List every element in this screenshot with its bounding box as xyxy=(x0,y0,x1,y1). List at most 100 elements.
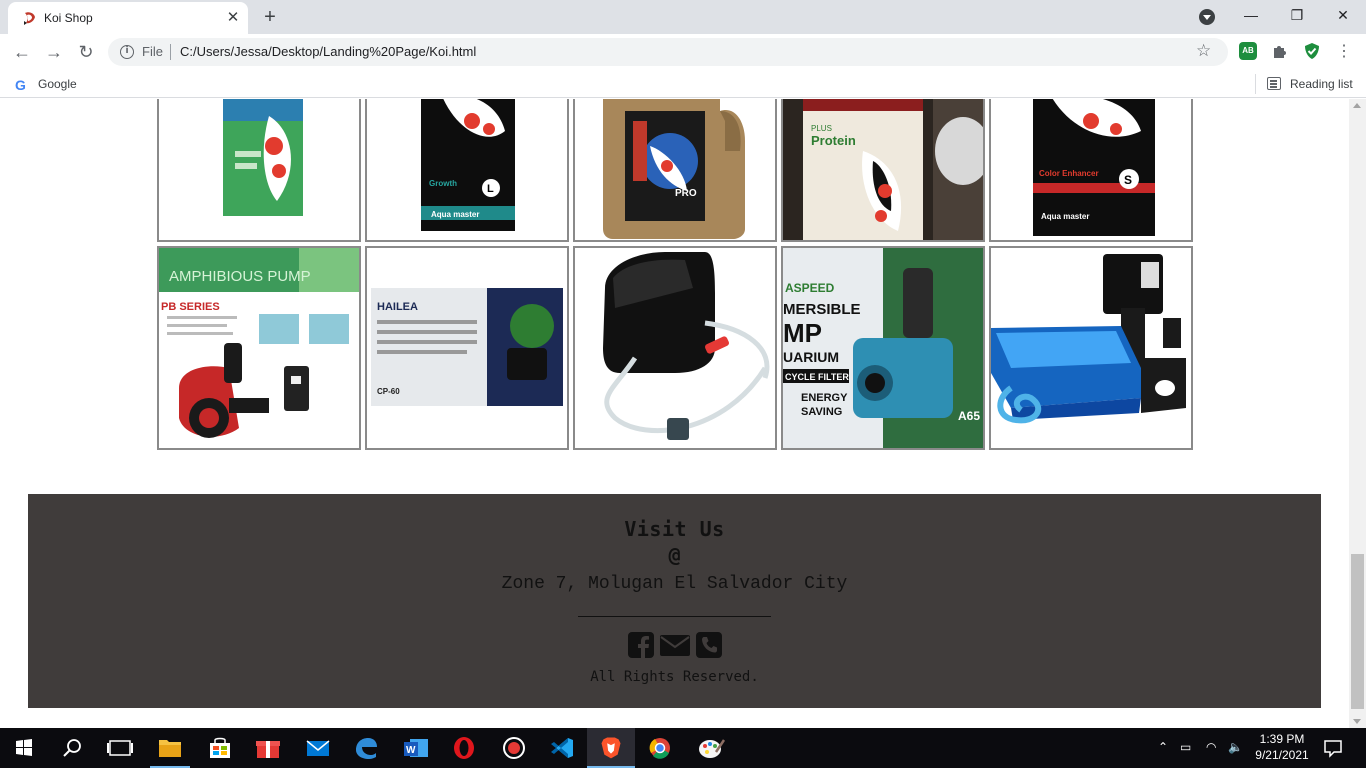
restore-icon[interactable]: ❐ xyxy=(1274,0,1320,32)
koi-protein-tub-icon: PLUS Protein xyxy=(783,99,983,240)
bookmark-google[interactable]: Google xyxy=(38,77,77,91)
task-view-icon[interactable] xyxy=(96,728,144,768)
pb-series-text: PB SERIES xyxy=(161,301,220,313)
color-enhancer-text: Color Enhancer xyxy=(1039,169,1099,178)
site-footer: Visit Us @ Zone 7, Molugan El Salvador C… xyxy=(28,494,1321,708)
growth-size-text: L xyxy=(487,183,494,195)
address-divider xyxy=(170,44,171,60)
reading-list-icon[interactable] xyxy=(1267,77,1281,90)
close-tab-icon[interactable]: ✕ xyxy=(224,9,242,27)
product-hailea-air-pump[interactable]: HAILEA CP-60 xyxy=(365,246,569,450)
windows-start-icon[interactable] xyxy=(0,728,48,768)
mail-icon[interactable] xyxy=(659,631,691,659)
koi-color-enhancer-bag-icon: Color Enhancer S Aqua master xyxy=(991,99,1191,240)
phone-icon[interactable] xyxy=(695,631,723,659)
chrome-icon[interactable] xyxy=(636,728,684,768)
air-pump-with-airstone-icon xyxy=(575,248,775,448)
browser-tab-strip: Koi Shop ✕ + — ❐ ✕ xyxy=(0,0,1366,34)
koi-food-growth-bag-icon: Growth L Aqua master xyxy=(367,99,567,240)
footer-copyright: All Rights Reserved. xyxy=(590,669,759,685)
amphibious-pump-banner: AMPHIBIOUS PUMP xyxy=(169,268,311,285)
footer-title: Visit Us xyxy=(624,517,725,541)
product-filter-box-pump[interactable] xyxy=(989,246,1193,450)
bookmark-star-icon[interactable]: ☆ xyxy=(1196,41,1211,61)
mail-app-icon[interactable] xyxy=(294,728,342,768)
energy-text: ENERGY xyxy=(801,392,848,404)
amphibious-pump-icon: AMPHIBIOUS PUMP PB SERIES xyxy=(159,248,359,448)
paint-icon[interactable] xyxy=(686,728,734,768)
opera-icon[interactable] xyxy=(440,728,488,768)
facebook-icon[interactable] xyxy=(627,631,655,659)
browser-menu-icon[interactable]: ⋮ xyxy=(1332,40,1356,64)
sub-pump-text-1: MERSIBLE xyxy=(783,301,861,318)
scroll-up-icon[interactable] xyxy=(1353,103,1361,108)
product-air-pump-airstone[interactable] xyxy=(573,246,777,450)
product-submersible-pump[interactable]: ASPEED MERSIBLE MP UARIUM CYCLE FILTER E… xyxy=(781,246,985,450)
tab-title: Koi Shop xyxy=(44,11,93,25)
pro-text: PRO xyxy=(675,188,697,199)
footer-address: Zone 7, Molugan El Salvador City xyxy=(501,574,848,594)
file-label: File xyxy=(142,44,163,59)
reload-icon[interactable]: ↻ xyxy=(74,40,98,64)
shield-extension-icon[interactable] xyxy=(1303,42,1321,60)
product-koi-protein-tub[interactable]: PLUS Protein xyxy=(781,99,985,242)
browser-toolbar: ← → ↻ i File C:/Users/Jessa/Desktop/Land… xyxy=(0,34,1366,70)
saving-text: SAVING xyxy=(801,406,842,418)
address-bar[interactable]: i File C:/Users/Jessa/Desktop/Landing%20… xyxy=(108,38,1228,66)
forward-arrow-icon[interactable]: → xyxy=(42,40,66,64)
brave-icon[interactable] xyxy=(587,728,635,768)
gift-icon[interactable] xyxy=(244,728,292,768)
screen-recorder-icon[interactable] xyxy=(490,728,538,768)
protein-text: Protein xyxy=(811,133,856,148)
search-icon[interactable] xyxy=(48,728,96,768)
cp60-text: CP-60 xyxy=(377,387,400,396)
bookmarks-bar: G Google Reading list xyxy=(0,70,1366,98)
word-icon[interactable]: W xyxy=(392,728,440,768)
scrollbar-thumb[interactable] xyxy=(1351,554,1364,709)
adblock-extension-icon[interactable]: AB xyxy=(1239,42,1257,60)
reading-list-button[interactable]: Reading list xyxy=(1290,77,1353,91)
battery-icon[interactable]: ▭ xyxy=(1180,740,1191,754)
aspeed-brand-text: ASPEED xyxy=(785,281,835,295)
submersible-pump-box-icon: ASPEED MERSIBLE MP UARIUM CYCLE FILTER E… xyxy=(783,248,983,448)
sub-pump-text-3: UARIUM xyxy=(783,349,839,365)
bookmarks-divider xyxy=(1255,74,1256,94)
system-clock[interactable]: 1:39 PM 9/21/2021 xyxy=(1250,731,1314,763)
growth-text: Growth xyxy=(429,179,457,188)
close-window-icon[interactable]: ✕ xyxy=(1320,0,1366,32)
puzzle-extension-icon[interactable] xyxy=(1271,42,1289,60)
browser-tab-koi-shop[interactable]: Koi Shop ✕ xyxy=(8,2,248,34)
product-koi-food-bag-green[interactable] xyxy=(157,99,361,242)
minimize-icon[interactable]: — xyxy=(1228,0,1274,32)
volume-icon[interactable]: 🔈 xyxy=(1228,740,1243,754)
notifications-icon[interactable] xyxy=(1322,738,1344,758)
page-viewport: Growth L Aqua master PRO PLUS Protein Co… xyxy=(0,99,1349,728)
color-size-text: S xyxy=(1124,173,1132,187)
show-hidden-icons[interactable]: ⌃ xyxy=(1158,740,1168,754)
clock-time: 1:39 PM xyxy=(1259,732,1305,746)
sub-pump-text-4: CYCLE FILTER xyxy=(785,372,849,382)
product-koi-color-enhancer[interactable]: Color Enhancer S Aqua master xyxy=(989,99,1193,242)
tab-search-icon[interactable] xyxy=(1199,9,1215,25)
url-text[interactable]: C:/Users/Jessa/Desktop/Landing%20Page/Ko… xyxy=(180,44,476,59)
windows-taskbar: W ⌃ ▭ ◠ 🔈 1:39 PM 9/21/2021 xyxy=(0,728,1366,768)
new-tab-button[interactable]: + xyxy=(258,6,282,28)
network-icon[interactable]: ◠ xyxy=(1206,740,1216,754)
file-explorer-icon[interactable] xyxy=(146,728,194,768)
aqua-master-text: Aqua master xyxy=(431,210,479,219)
back-arrow-icon[interactable]: ← xyxy=(10,40,34,64)
product-koi-food-growth[interactable]: Growth L Aqua master xyxy=(365,99,569,242)
sub-pump-text-2: MP xyxy=(783,318,822,348)
product-koi-pellet-jug[interactable]: PRO xyxy=(573,99,777,242)
edge-icon[interactable] xyxy=(342,728,390,768)
vscode-icon[interactable] xyxy=(538,728,586,768)
scroll-down-icon[interactable] xyxy=(1353,719,1361,724)
filter-box-pump-icon xyxy=(991,248,1191,448)
koi-food-bag-green-icon xyxy=(159,99,359,240)
store-icon[interactable] xyxy=(196,728,244,768)
page-scrollbar[interactable] xyxy=(1349,99,1366,728)
info-icon[interactable]: i xyxy=(120,45,134,59)
footer-divider xyxy=(578,616,771,617)
product-amphibious-pump[interactable]: AMPHIBIOUS PUMP PB SERIES xyxy=(157,246,361,450)
svg-text:W: W xyxy=(406,745,416,756)
